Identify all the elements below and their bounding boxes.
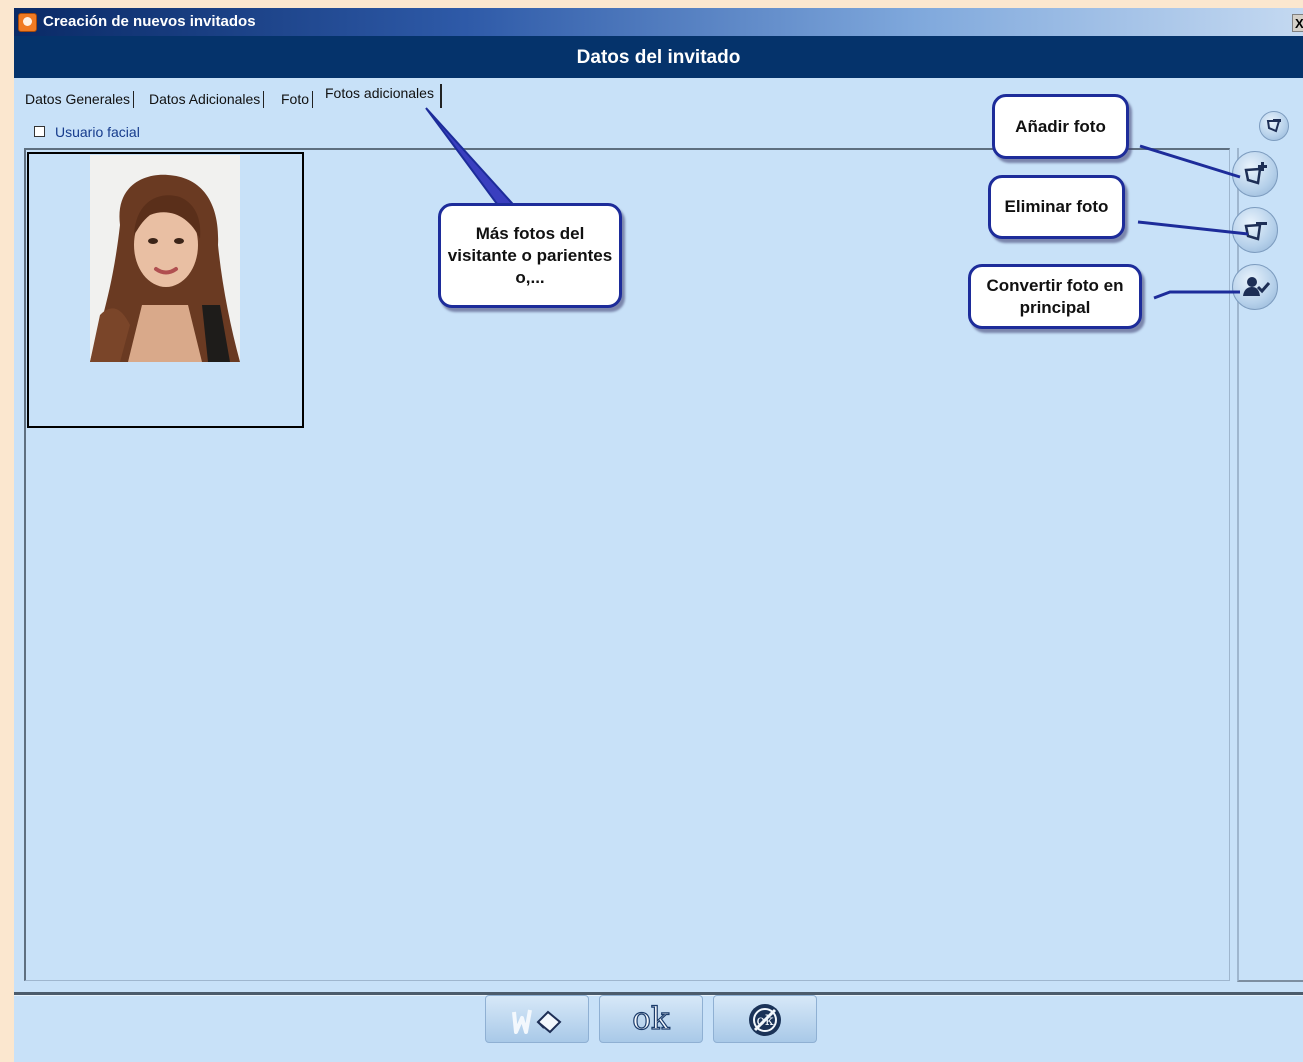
page-header: Datos del invitado <box>14 36 1303 78</box>
add-photo-button[interactable] <box>1232 151 1278 197</box>
guest-creation-window: Creación de nuevos invitados X Datos del… <box>14 8 1303 1062</box>
callout-set-main-photo: Convertir foto en principal <box>968 264 1142 329</box>
user-check-icon <box>1243 277 1270 296</box>
remove-photo-icon <box>1266 119 1281 133</box>
facial-user-checkbox[interactable] <box>34 126 45 137</box>
tab-foto[interactable]: Foto <box>278 91 314 108</box>
callout-more-photos: Más fotos del visitante o parientes o,..… <box>438 203 622 308</box>
add-photo-icon <box>1244 162 1267 185</box>
ok-label: ok <box>632 1000 671 1037</box>
tab-datos-adicionales[interactable]: Datos Adicionales <box>146 91 265 108</box>
cancel-ok-icon: ok <box>749 1004 781 1036</box>
ok-button[interactable]: ok <box>599 995 703 1043</box>
remove-photo-small-button[interactable] <box>1259 111 1289 141</box>
remove-photo-button[interactable] <box>1232 207 1278 253</box>
title-bar[interactable]: Creación de nuevos invitados X <box>14 8 1303 36</box>
facial-user-label: Usuario facial <box>55 124 140 140</box>
app-logo-icon <box>18 13 37 32</box>
clear-button[interactable] <box>485 995 589 1043</box>
tab-datos-generales[interactable]: Datos Generales <box>22 91 135 108</box>
cancel-button[interactable]: ok <box>713 995 817 1043</box>
tab-fotos-adicionales[interactable]: Fotos adicionales <box>322 84 442 108</box>
callout-remove-photo: Eliminar foto <box>988 175 1125 239</box>
remove-photo-icon <box>1244 222 1267 241</box>
photo-tile[interactable] <box>27 152 304 428</box>
guest-photo <box>90 155 240 362</box>
window-title: Creación de nuevos invitados <box>43 13 256 30</box>
set-main-photo-button[interactable] <box>1232 264 1278 310</box>
clear-eraser-icon <box>512 1009 562 1034</box>
callout-add-photo: Añadir foto <box>992 94 1129 159</box>
close-button[interactable]: X <box>1292 14 1303 32</box>
